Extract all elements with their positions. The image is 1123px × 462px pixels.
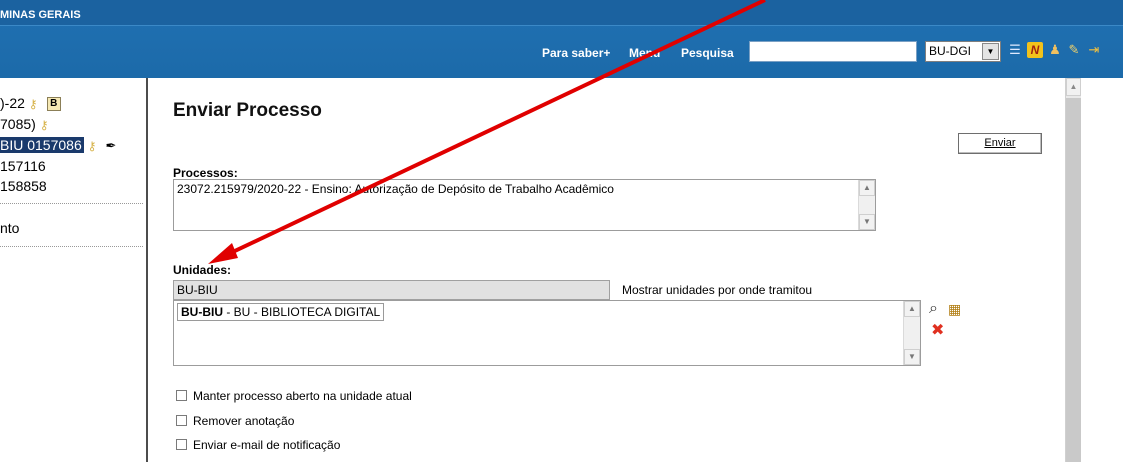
checkbox-box[interactable]	[176, 439, 187, 450]
email-notify-checkbox[interactable]: Enviar e-mail de notificação	[176, 438, 340, 452]
checkbox-label: Manter processo aberto na unidade atual	[193, 389, 412, 403]
pen-icon: ✒	[105, 138, 117, 153]
key-icon: ⚷	[39, 118, 49, 133]
show-units-link[interactable]: Mostrar unidades por onde tramitou	[622, 283, 812, 297]
key-icon: ⚷	[87, 139, 97, 154]
checkbox-label: Enviar e-mail de notificação	[193, 438, 341, 452]
unit-select-value: BU-DGI	[929, 44, 971, 58]
unit-code: BU-BIU	[181, 305, 223, 319]
scroll-up-icon[interactable]: ▲	[1066, 78, 1081, 96]
left-panel: )-22 ⚷ B 7085) ⚷ BIU 0157086 ⚷ ✒ 157116 …	[0, 78, 147, 462]
divider	[0, 246, 143, 247]
selected-unit-option[interactable]: BU-BIU - BU - BIBLIOTECA DIGITAL	[177, 303, 385, 321]
top-header: MINAS GERAIS Para saber+ Menu Pesquisa B…	[0, 0, 1123, 78]
unit-name: - BU - BIBLIOTECA DIGITAL	[223, 305, 381, 319]
processos-label: Processos:	[173, 166, 238, 180]
processo-item[interactable]: 23072.215979/2020-22 - Ensino: Autorizaç…	[177, 182, 614, 196]
processos-list[interactable]: 23072.215979/2020-22 - Ensino: Autorizaç…	[173, 179, 876, 231]
menu-link[interactable]: Menu	[629, 46, 660, 60]
exit-icon[interactable]: ⇥	[1086, 42, 1102, 58]
tree-item-label: 157116	[0, 158, 46, 174]
remove-note-checkbox[interactable]: Remover anotação	[176, 414, 294, 428]
wrench-icon[interactable]: ✎	[1066, 42, 1082, 58]
tree-item[interactable]: 7085) ⚷	[0, 116, 54, 132]
user-icon[interactable]: ♟	[1047, 42, 1063, 58]
checkbox-box[interactable]	[176, 415, 187, 426]
send-button-label: Enviar	[984, 137, 1016, 149]
org-title: MINAS GERAIS	[0, 9, 81, 21]
units-scrollbar[interactable]: ▲ ▼	[903, 301, 920, 365]
selected-units-list[interactable]: BU-BIU - BU - BIBLIOTECA DIGITAL ▲ ▼	[173, 300, 921, 366]
scroll-down-icon[interactable]: ▼	[904, 349, 920, 365]
tree-item-label: 158858	[0, 178, 47, 194]
tree-item[interactable]: 158858	[0, 178, 47, 194]
unidades-label: Unidades:	[173, 263, 232, 277]
building-icon[interactable]: ▦	[948, 301, 961, 318]
scroll-up-icon[interactable]: ▲	[904, 301, 920, 317]
tree-item-label: BIU 0157086	[0, 137, 84, 153]
unit-select[interactable]: BU-DGI ▼	[925, 41, 1001, 62]
chevron-down-icon[interactable]: ▼	[982, 43, 999, 60]
scroll-up-icon[interactable]: ▲	[859, 180, 875, 196]
menu-item[interactable]: nto	[0, 220, 19, 236]
tree-item[interactable]: )-22 ⚷ B	[0, 95, 61, 112]
tree-item-selected[interactable]: BIU 0157086 ⚷ ✒	[0, 137, 116, 154]
checkbox-box[interactable]	[176, 390, 187, 401]
processos-scrollbar[interactable]: ▲ ▼	[858, 180, 875, 230]
scrollbar-thumb[interactable]	[1066, 98, 1081, 462]
b-badge-icon: B	[46, 97, 61, 112]
unidade-input[interactable]	[173, 280, 610, 300]
page-scrollbar[interactable]: ▲	[1065, 78, 1081, 462]
divider	[0, 203, 143, 204]
list-icon[interactable]: ☰	[1007, 42, 1023, 58]
tree-item-label: 7085)	[0, 116, 36, 132]
search-link[interactable]: Pesquisa	[681, 46, 734, 60]
keep-open-checkbox[interactable]: Manter processo aberto na unidade atual	[176, 389, 412, 403]
help-link[interactable]: Para saber+	[542, 46, 610, 60]
tree-item-label: )-22	[0, 95, 25, 111]
checkbox-label: Remover anotação	[193, 414, 295, 428]
menu-item-label: nto	[0, 220, 20, 236]
search-icon[interactable]: ⌕	[929, 300, 938, 318]
org-stripe	[0, 0, 1123, 26]
arrow-head	[208, 243, 238, 264]
remove-icon[interactable]: ✖	[931, 320, 944, 340]
tree-item[interactable]: 157116	[0, 158, 46, 174]
send-button[interactable]: Enviar	[958, 133, 1042, 154]
search-input[interactable]	[749, 41, 917, 62]
panel-divider[interactable]	[146, 78, 148, 462]
key-icon: ⚷	[28, 97, 38, 112]
page-title: Enviar Processo	[173, 100, 322, 121]
scroll-down-icon[interactable]: ▼	[859, 214, 875, 230]
n-notes-icon[interactable]: N	[1027, 42, 1043, 58]
